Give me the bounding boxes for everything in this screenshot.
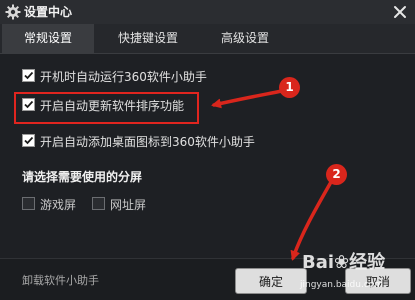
- settings-window: 设置中心 常规设置 快捷键设置 高级设置 开机时自动运行360软件小助手 开启自…: [0, 0, 415, 300]
- watermark: Bai❀经验 jingyan.baidu.com: [300, 252, 412, 298]
- uninstall-link[interactable]: 卸载软件小助手: [22, 274, 99, 288]
- step-1-badge: 1: [279, 77, 300, 98]
- web-screen-checkbox[interactable]: [92, 197, 105, 210]
- title-bar: 设置中心: [0, 0, 415, 24]
- option-auto-add-icons[interactable]: 开启自动添加桌面图标到360软件小助手: [22, 133, 255, 151]
- game-screen-label: 游戏屏: [40, 198, 77, 212]
- arrow-to-option: [211, 89, 284, 109]
- tab-hotkeys[interactable]: 快捷键设置: [103, 24, 193, 53]
- game-screen-checkbox[interactable]: [22, 197, 35, 210]
- option-game-screen[interactable]: 游戏屏: [22, 196, 76, 214]
- auto-add-icons-checkbox[interactable]: [22, 134, 35, 147]
- web-screen-label: 网址屏: [110, 198, 147, 212]
- option-web-screen[interactable]: 网址屏: [92, 196, 146, 214]
- window-title: 设置中心: [24, 5, 73, 19]
- gear-icon: [5, 4, 21, 20]
- autostart-label: 开机时自动运行360软件小助手: [40, 70, 207, 84]
- watermark-url: jingyan.baidu.com: [300, 280, 384, 290]
- split-screen-title: 请选择需要使用的分屏: [22, 170, 143, 184]
- auto-add-icons-label: 开启自动添加桌面图标到360软件小助手: [40, 135, 255, 149]
- tab-general[interactable]: 常规设置: [2, 24, 94, 53]
- highlight-box: [14, 92, 199, 124]
- step-2-badge: 2: [326, 164, 347, 185]
- close-icon[interactable]: [391, 3, 409, 21]
- tab-advanced[interactable]: 高级设置: [207, 24, 283, 53]
- option-autostart[interactable]: 开机时自动运行360软件小助手: [22, 68, 207, 86]
- watermark-logo: Bai❀经验: [302, 252, 386, 273]
- autostart-checkbox[interactable]: [22, 69, 35, 82]
- checkmark-icon: [24, 136, 34, 145]
- ok-button[interactable]: 确定: [235, 268, 307, 294]
- checkmark-icon: [24, 71, 34, 80]
- arrow-to-ok: [290, 180, 333, 261]
- tab-bar: 常规设置 快捷键设置 高级设置: [0, 24, 415, 54]
